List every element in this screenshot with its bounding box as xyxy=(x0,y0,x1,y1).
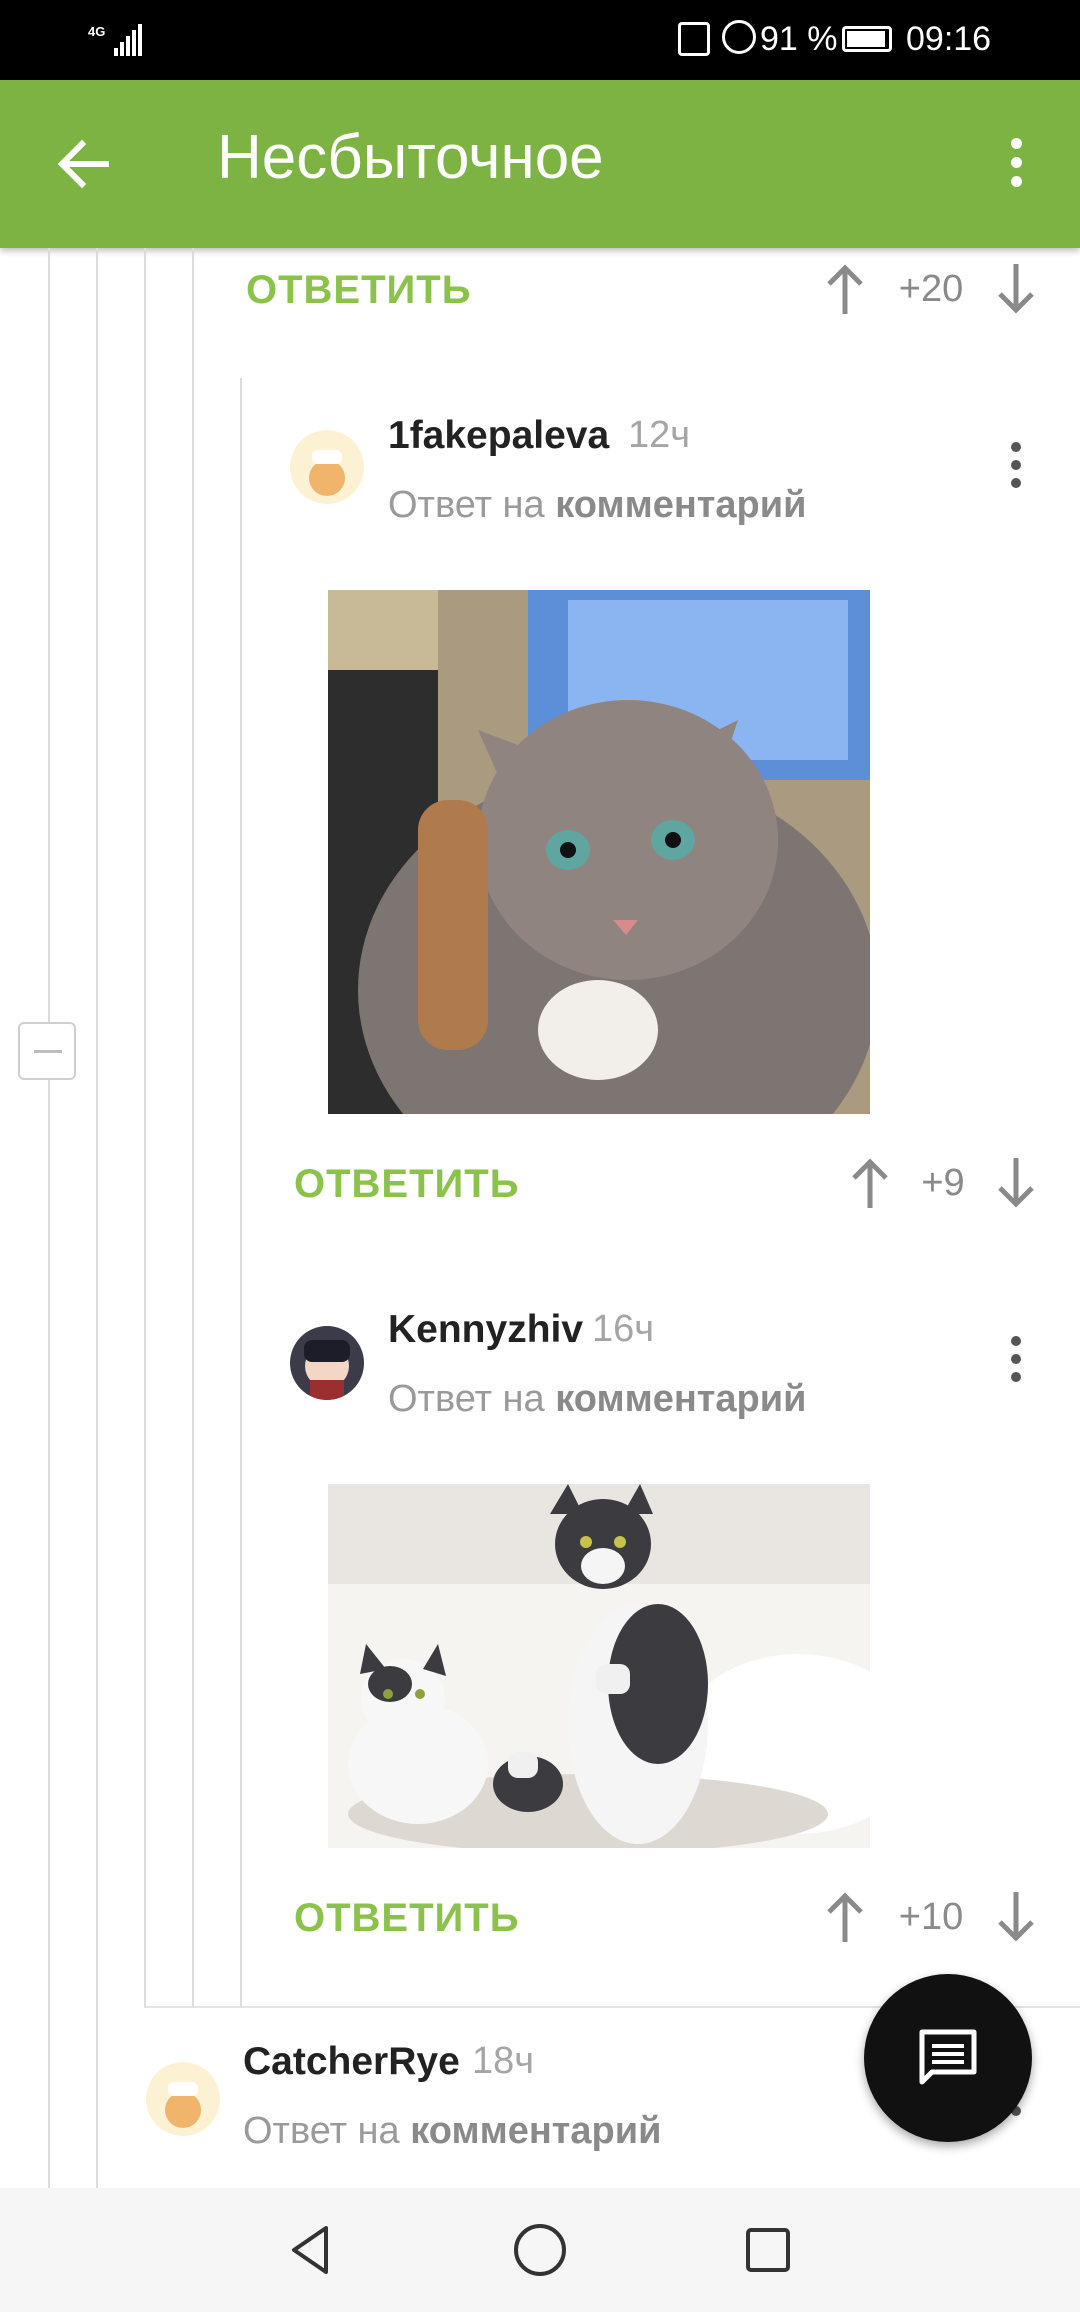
thread-line-3 xyxy=(144,248,146,2008)
comment-icon xyxy=(919,2029,977,2085)
system-nav-bar xyxy=(0,2188,1080,2312)
thread-line-4 xyxy=(192,248,194,2008)
reply-button[interactable]: ОТВЕТИТЬ xyxy=(294,1896,519,1941)
alarm-icon xyxy=(722,20,756,54)
reply-prefix: Ответ на xyxy=(388,484,545,526)
reply-target-link[interactable]: комментарий xyxy=(555,1378,806,1420)
svg-text:4G: 4G xyxy=(88,24,105,39)
battery-percent: 91 % xyxy=(760,20,838,58)
comment-time: 12ч xyxy=(628,414,691,456)
triangle-back-icon[interactable] xyxy=(282,2220,342,2280)
page-title: Несбыточное xyxy=(217,123,604,192)
reply-info[interactable]: Ответ на комментарий xyxy=(243,2110,661,2153)
score: +20 xyxy=(898,268,964,310)
square-recents-icon[interactable] xyxy=(738,2220,798,2280)
reply-button[interactable]: ОТВЕТИТЬ xyxy=(294,1162,519,1207)
cat-photo[interactable] xyxy=(328,590,870,1114)
more-vert-icon[interactable] xyxy=(1006,1336,1026,1386)
reply-target-link[interactable]: комментарий xyxy=(555,484,806,526)
comment-time: 18ч xyxy=(472,2040,535,2082)
avatar[interactable] xyxy=(290,430,364,504)
reply-target-link[interactable]: комментарий xyxy=(410,2110,661,2152)
more-vert-icon[interactable] xyxy=(1006,138,1026,198)
upvote-icon[interactable] xyxy=(825,262,865,316)
comment-author[interactable]: CatcherRye xyxy=(243,2040,460,2084)
reply-prefix: Ответ на xyxy=(388,1378,545,1420)
reply-prefix: Ответ на xyxy=(243,2110,400,2152)
comment-fab[interactable] xyxy=(864,1974,1032,2142)
collapse-thread-button[interactable] xyxy=(18,1022,76,1080)
app-bar: Несбыточное xyxy=(0,80,1080,248)
clock: 09:16 xyxy=(906,20,992,58)
avatar[interactable] xyxy=(290,1326,364,1400)
comment-author[interactable]: Kennyzhiv xyxy=(388,1308,583,1352)
downvote-icon[interactable] xyxy=(996,1890,1036,1944)
comment-time: 16ч xyxy=(592,1308,655,1350)
reply-info[interactable]: Ответ на комментарий xyxy=(388,1378,806,1421)
arrow-left-icon[interactable] xyxy=(52,132,116,196)
thread-line-1 xyxy=(48,248,50,2188)
upvote-icon[interactable] xyxy=(825,1890,865,1944)
status-bar: 4G 91 % 09:16 xyxy=(0,0,1080,80)
nfc-icon xyxy=(678,22,710,56)
score: +9 xyxy=(921,1162,965,1204)
upvote-icon[interactable] xyxy=(850,1156,890,1210)
signal-icon: 4G xyxy=(88,22,148,58)
reply-button[interactable]: ОТВЕТИТЬ xyxy=(246,268,471,313)
reply-info[interactable]: Ответ на комментарий xyxy=(388,484,806,527)
battery-icon xyxy=(842,26,892,52)
more-vert-icon[interactable] xyxy=(1006,442,1026,492)
circle-home-icon[interactable] xyxy=(510,2220,570,2280)
thread-line-5 xyxy=(240,378,242,2008)
avatar[interactable] xyxy=(146,2062,220,2136)
thread-line-2 xyxy=(96,248,98,2188)
comment-author[interactable]: 1fakepaleva xyxy=(388,414,609,458)
downvote-icon[interactable] xyxy=(996,262,1036,316)
two-cats-photo[interactable] xyxy=(328,1484,870,1848)
score: +10 xyxy=(898,1896,964,1938)
downvote-icon[interactable] xyxy=(996,1156,1036,1210)
